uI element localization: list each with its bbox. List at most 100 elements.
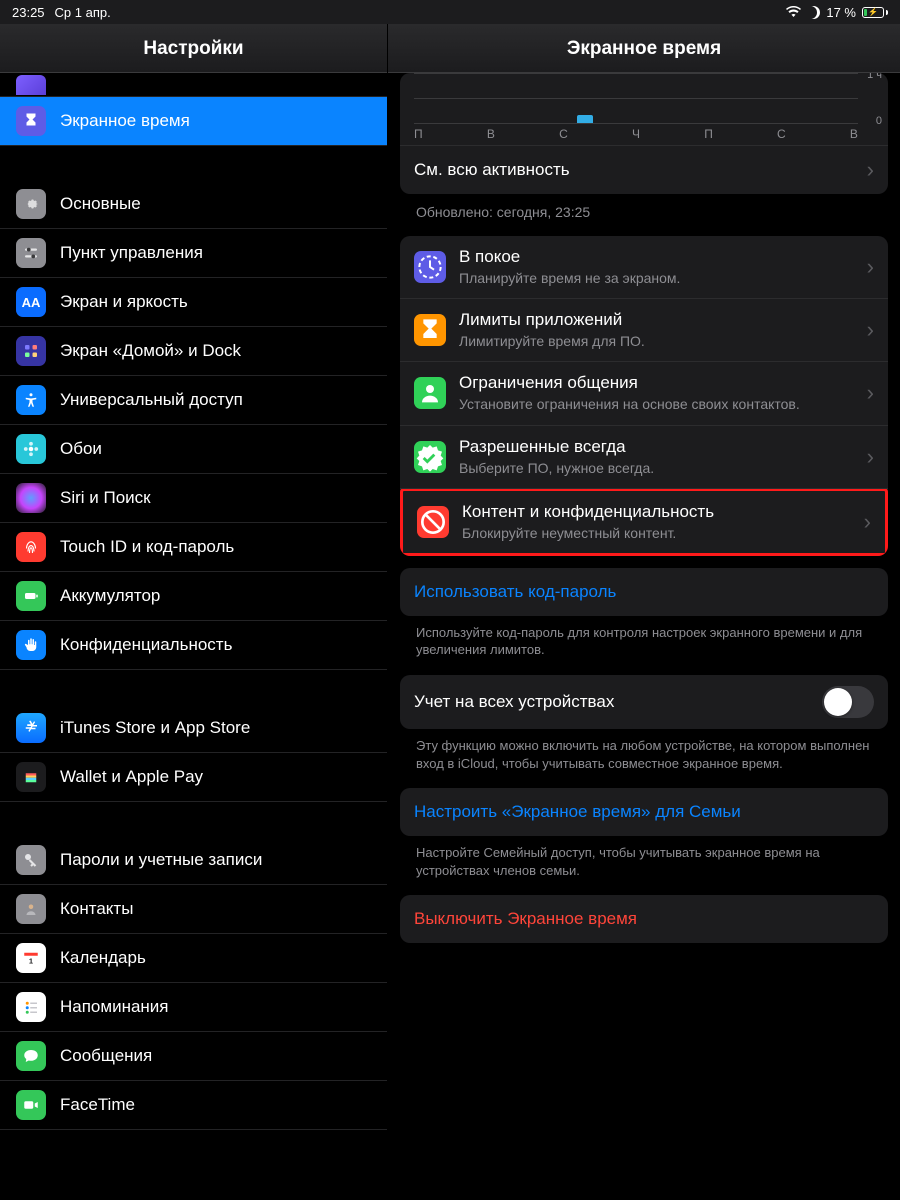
sidebar-item-label: Пункт управления [60,243,203,263]
sidebar-item-display[interactable]: AA Экран и яркость [0,278,387,327]
sidebar-item-label: Контакты [60,899,133,919]
sidebar-item-label: Универсальный доступ [60,390,243,410]
alldevices-card: Учет на всех устройствах [400,675,888,729]
sidebar-item-label: Обои [60,439,102,459]
reminders-icon [16,992,46,1022]
sidebar-title: Настройки [0,24,387,73]
sidebar-item-label: Экранное время [60,111,190,131]
sidebar-item-facetime[interactable]: FaceTime [0,1081,387,1130]
sidebar-item-label: Экран и яркость [60,292,188,312]
messages-icon [16,1041,46,1071]
usage-chart: 1 ч 0 П В С Ч П С В [400,73,888,145]
see-all-activity[interactable]: См. всю активность › [400,145,888,194]
contacts-icon [16,894,46,924]
sidebar-item-home-dock[interactable]: Экран «Домой» и Dock [0,327,387,376]
option-communication[interactable]: Ограничения общенияУстановите ограничени… [400,362,888,425]
sidebar-item-label: Конфиденциальность [60,635,232,655]
grid-icon [16,336,46,366]
settings-sidebar: Настройки Экранное время Основные Пункт … [0,24,388,1200]
sidebar-item-contacts[interactable]: Контакты [0,885,387,934]
sidebar-item-partial[interactable] [0,73,387,97]
appstore-icon [16,713,46,743]
sidebar-item-control-center[interactable]: Пункт управления [0,229,387,278]
option-downtime[interactable]: В покоеПланируйте время не за экраном. › [400,236,888,299]
sliders-icon [16,238,46,268]
gear-icon [16,189,46,219]
siri-icon [16,483,46,513]
downtime-icon [414,251,446,283]
sidebar-item-label: Wallet и Apple Pay [60,767,203,787]
sidebar-item-label: Пароли и учетные записи [60,850,262,870]
chart-bar [577,115,593,123]
dnd-moon-icon [807,6,820,19]
chevron-right-icon: › [867,380,874,406]
highlight-annotation: Контент и конфиденциальностьБлокируйте н… [400,488,888,556]
battery-icon [16,581,46,611]
key-icon [16,845,46,875]
flower-icon [16,434,46,464]
options-card: В покоеПланируйте время не за экраном. ›… [400,236,888,556]
use-passcode-link[interactable]: Использовать код-пароль [400,568,888,616]
checkmark-seal-icon [414,441,446,473]
sidebar-item-label: Touch ID и код-пароль [60,537,234,557]
hand-icon [16,630,46,660]
battery-icon: ⚡ [862,7,888,18]
chevron-right-icon: › [867,444,874,470]
sidebar-item-label: Аккумулятор [60,586,160,606]
battery-percent: 17 % [826,5,856,20]
sidebar-item-label: Экран «Домой» и Dock [60,341,241,361]
usage-chart-card: 1 ч 0 П В С Ч П С В [400,73,888,194]
fingerprint-icon [16,532,46,562]
sidebar-item-screentime[interactable]: Экранное время [0,97,387,146]
sidebar-item-passwords[interactable]: Пароли и учетные записи [0,836,387,885]
share-across-devices-row: Учет на всех устройствах [400,675,888,729]
turnoff-card: Выключить Экранное время [400,895,888,943]
sidebar-item-label: FaceTime [60,1095,135,1115]
passcode-card: Использовать код-пароль [400,568,888,616]
chart-ylabel: 1 ч [867,73,882,81]
detail-title: Экранное время [388,24,900,73]
sidebar-item-label: Siri и Поиск [60,488,151,508]
sidebar-item-label: iTunes Store и App Store [60,718,250,738]
sidebar-item-messages[interactable]: Сообщения [0,1032,387,1081]
setup-family-link[interactable]: Настроить «Экранное время» для Семьи [400,788,888,836]
option-always-allowed[interactable]: Разрешенные всегдаВыберите ПО, нужное вс… [400,426,888,489]
option-app-limits[interactable]: Лимиты приложенийЛимитируйте время для П… [400,299,888,362]
alldevices-footer: Эту функцию можно включить на любом устр… [400,729,888,776]
sidebar-item-siri[interactable]: Siri и Поиск [0,474,387,523]
sidebar-item-calendar[interactable]: 1Календарь [0,934,387,983]
status-time: 23:25 [12,5,45,20]
status-date: Ср 1 апр. [55,5,111,20]
wallet-icon [16,762,46,792]
chevron-right-icon: › [867,157,874,183]
nosign-icon [417,506,449,538]
person-icon [414,377,446,409]
updated-text: Обновлено: сегодня, 23:25 [400,194,888,224]
chart-ylabel: 0 [876,115,882,127]
chevron-right-icon: › [867,317,874,343]
sidebar-item-wallpaper[interactable]: Обои [0,425,387,474]
option-content-privacy[interactable]: Контент и конфиденциальностьБлокируйте н… [403,491,885,553]
share-across-devices-toggle[interactable] [822,686,874,718]
sidebar-item-accessibility[interactable]: Универсальный доступ [0,376,387,425]
facetime-icon [16,1090,46,1120]
chevron-right-icon: › [864,509,871,535]
sidebar-item-battery[interactable]: Аккумулятор [0,572,387,621]
sidebar-item-touchid[interactable]: Touch ID и код-пароль [0,523,387,572]
sidebar-item-privacy[interactable]: Конфиденциальность [0,621,387,670]
family-footer: Настройте Семейный доступ, чтобы учитыва… [400,836,888,883]
sidebar-item-label: Сообщения [60,1046,152,1066]
sidebar-item-wallet[interactable]: Wallet и Apple Pay [0,753,387,802]
sidebar-item-general[interactable]: Основные [0,180,387,229]
passcode-footer: Используйте код-пароль для контроля наст… [400,616,888,663]
svg-text:1: 1 [29,956,33,965]
sidebar-item-appstore[interactable]: iTunes Store и App Store [0,704,387,753]
sidebar-item-reminders[interactable]: Напоминания [0,983,387,1032]
family-card: Настроить «Экранное время» для Семьи [400,788,888,836]
hourglass-icon [414,314,446,346]
sidebar-item-label: Напоминания [60,997,169,1017]
status-bar: 23:25 Ср 1 апр. 17 % ⚡ [0,0,900,24]
turn-off-screentime-link[interactable]: Выключить Экранное время [400,895,888,943]
text-size-icon: AA [16,287,46,317]
wifi-icon [786,5,801,20]
